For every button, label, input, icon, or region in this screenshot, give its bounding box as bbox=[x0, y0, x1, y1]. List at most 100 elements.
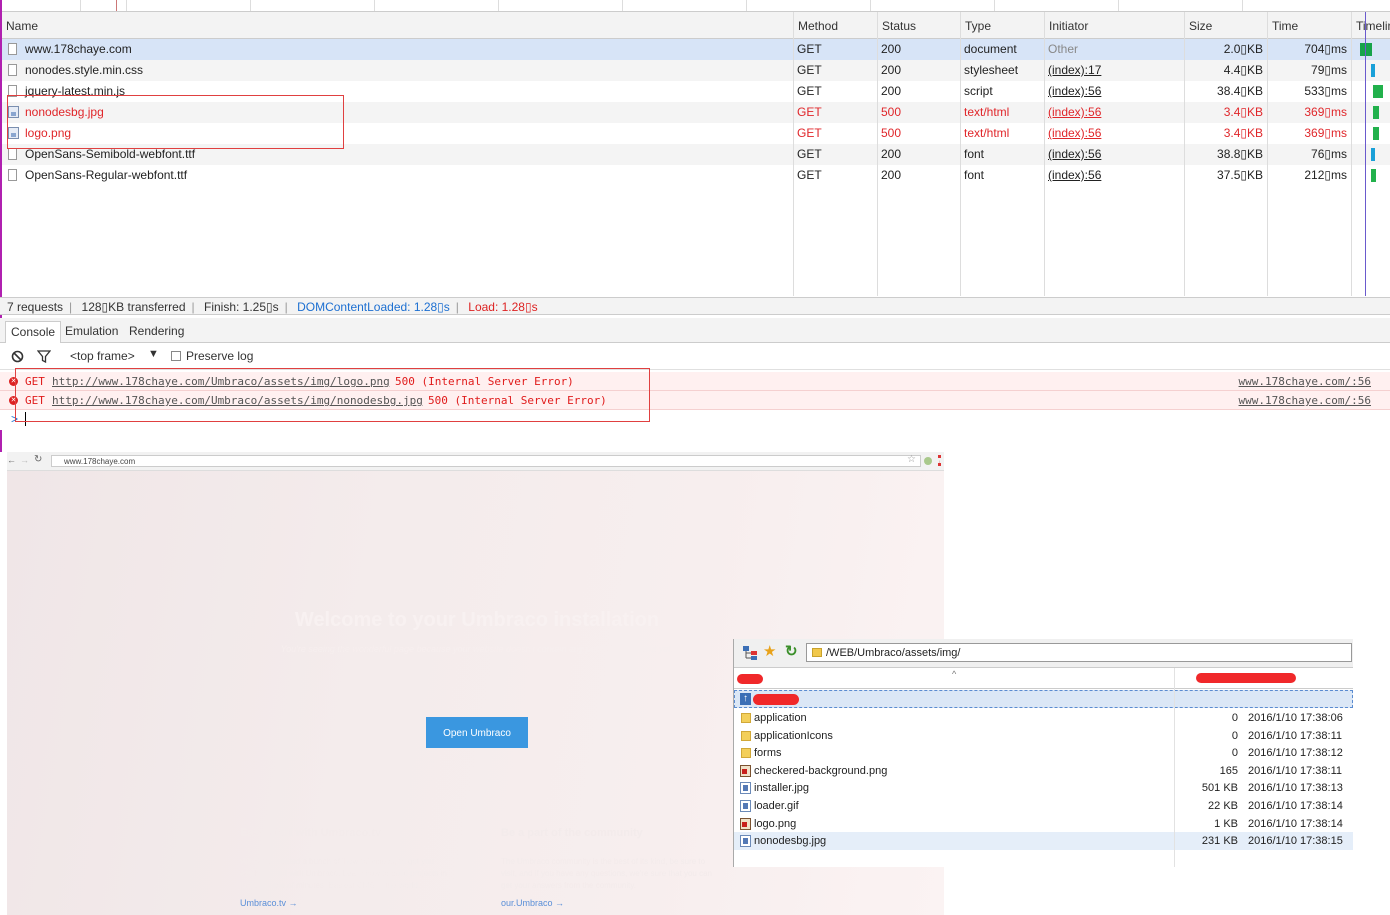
request-name: nonodes.style.min.css bbox=[25, 63, 144, 77]
folder-icon bbox=[812, 648, 822, 657]
msg-source-link[interactable]: www.178chaye.com/:56 bbox=[1239, 391, 1371, 410]
refresh-icon[interactable]: ↻ bbox=[785, 642, 798, 660]
request-method: GET bbox=[797, 84, 822, 98]
file-name: logo.png bbox=[754, 817, 797, 830]
preserve-log-checkbox[interactable] bbox=[171, 351, 181, 361]
network-request-row[interactable]: nonodes.style.min.css GET 200 stylesheet (in… bbox=[2, 60, 1390, 81]
initiator-link[interactable]: (index):56 bbox=[1048, 84, 1101, 98]
reload-icon[interactable]: ↻ bbox=[34, 454, 42, 465]
forward-icon[interactable]: → bbox=[20, 455, 29, 465]
ftp-path-field[interactable]: /WEB/Umbraco/assets/img/ bbox=[806, 643, 1352, 662]
network-request-row[interactable]: OpenSans-Regular-webfont.ttf GET 200 font (i… bbox=[2, 165, 1390, 186]
request-size: 3.4▯KB bbox=[1223, 126, 1263, 140]
chevron-down-icon[interactable]: ▼ bbox=[148, 348, 159, 360]
request-name: OpenSans-Regular-webfont.ttf bbox=[25, 168, 188, 182]
request-time: 79▯ms bbox=[1311, 63, 1347, 77]
column-timeline[interactable]: Timeline bbox=[1351, 12, 1390, 38]
request-initiator[interactable]: (index):56 bbox=[1044, 144, 1184, 165]
ftp-file-row[interactable]: checkered-background.png 165 2016/1/10 17:… bbox=[734, 762, 1353, 780]
column-type[interactable]: Type bbox=[960, 12, 1044, 38]
file-date: 2016/1/10 17:38:14 bbox=[1248, 800, 1343, 812]
column-method[interactable]: Method bbox=[793, 12, 877, 38]
initiator-link[interactable]: (index):56 bbox=[1048, 105, 1101, 119]
column-size[interactable]: Size bbox=[1184, 12, 1267, 38]
ftp-toolbar: ★ ↻ /WEB/Umbraco/assets/img/ bbox=[734, 639, 1353, 668]
tree-view-icon[interactable] bbox=[742, 645, 758, 661]
request-name: www.178chaye.com bbox=[25, 42, 132, 56]
dom-content-loaded: DOMContentLoaded: 1.28▯s bbox=[297, 300, 450, 314]
request-initiator[interactable]: (index):56 bbox=[1044, 123, 1184, 144]
sort-up-icon[interactable]: ^ bbox=[952, 669, 956, 679]
request-type: text/html bbox=[964, 126, 1010, 140]
column-initiator[interactable]: Initiator bbox=[1044, 12, 1184, 38]
initiator-link[interactable]: (index):56 bbox=[1048, 126, 1101, 140]
extension-icon[interactable] bbox=[924, 457, 932, 465]
image-file-icon bbox=[740, 800, 751, 812]
ftp-file-row[interactable]: nonodesbg.jpg 231 KB 2016/1/10 17:38:15 bbox=[734, 832, 1353, 851]
redaction-scribble bbox=[1196, 673, 1296, 683]
our-umbraco-link[interactable]: our.Umbraco → bbox=[501, 898, 564, 908]
overview-strip[interactable] bbox=[0, 0, 1390, 12]
msg-source-link[interactable]: www.178chaye.com/:56 bbox=[1239, 372, 1371, 391]
star-icon[interactable]: ☆ bbox=[907, 454, 916, 465]
initiator-link[interactable]: (index):17 bbox=[1048, 63, 1101, 77]
file-name: checkered-background.png bbox=[754, 764, 888, 777]
request-time: 704▯ms bbox=[1304, 42, 1347, 56]
file-name: installer.jpg bbox=[754, 782, 810, 795]
filter-icon[interactable] bbox=[37, 350, 51, 363]
menu-icon[interactable] bbox=[938, 455, 944, 466]
file-size: 0 bbox=[1231, 747, 1238, 760]
file-name: nonodesbg.jpg bbox=[754, 835, 827, 848]
request-type: stylesheet bbox=[964, 63, 1019, 77]
col2-heading: Be a part of the community bbox=[501, 827, 643, 839]
request-method: GET bbox=[797, 105, 822, 119]
ftp-path-text: /WEB/Umbraco/assets/img/ bbox=[826, 647, 961, 659]
ftp-file-row[interactable]: installer.jpg 501 KB 2016/1/10 17:38:13 bbox=[734, 779, 1353, 797]
file-date: 2016/1/10 17:38:13 bbox=[1248, 782, 1343, 795]
col1-text: We have created a bunch of 'how-to' vide… bbox=[240, 857, 447, 890]
open-umbraco-button[interactable]: Open Umbraco bbox=[426, 717, 528, 748]
document-file-icon bbox=[8, 43, 17, 55]
ftp-parent-dir-row[interactable]: ↑ bbox=[734, 690, 1353, 708]
file-date: 2016/1/10 17:38:14 bbox=[1248, 817, 1343, 830]
request-type: font bbox=[964, 168, 985, 182]
initiator-link[interactable]: (index):56 bbox=[1048, 147, 1101, 161]
request-status: 200 bbox=[881, 168, 902, 182]
column-status[interactable]: Status bbox=[877, 12, 960, 38]
clear-console-icon[interactable] bbox=[11, 350, 24, 363]
request-initiator[interactable]: (index):56 bbox=[1044, 102, 1184, 123]
initiator-link[interactable]: (index):56 bbox=[1048, 168, 1101, 182]
ftp-file-row[interactable]: forms 0 2016/1/10 17:38:12 bbox=[734, 744, 1353, 762]
column-time[interactable]: Time bbox=[1267, 12, 1351, 38]
ftp-file-row[interactable]: application 0 2016/1/10 17:38:06 bbox=[734, 709, 1353, 727]
umbraco-tv-link[interactable]: Umbraco.tv → bbox=[240, 898, 298, 908]
request-size: 38.8▯KB bbox=[1217, 147, 1263, 161]
favorites-star-icon[interactable]: ★ bbox=[763, 642, 776, 660]
tab-emulation[interactable]: Emulation bbox=[60, 321, 123, 342]
network-rows: www.178chaye.com GET 200 document Other 2.0▯K… bbox=[2, 39, 1390, 296]
parent-folder-icon: ↑ bbox=[740, 693, 751, 705]
file-size: 1 KB bbox=[1214, 817, 1238, 830]
request-initiator: Other bbox=[1044, 39, 1184, 60]
back-icon[interactable]: ← bbox=[7, 455, 16, 465]
network-request-row[interactable]: www.178chaye.com GET 200 document Other 2.0▯K… bbox=[2, 39, 1390, 60]
column-name[interactable]: Name bbox=[2, 12, 793, 38]
redaction-scribble bbox=[753, 694, 799, 705]
tab-console[interactable]: Console bbox=[5, 321, 62, 343]
request-status: 200 bbox=[881, 42, 902, 56]
ftp-file-row[interactable]: logo.png 1 KB 2016/1/10 17:38:14 bbox=[734, 815, 1353, 833]
request-initiator[interactable]: (index):17 bbox=[1044, 60, 1184, 81]
png-file-icon bbox=[740, 817, 751, 830]
file-size: 501 KB bbox=[1201, 782, 1238, 795]
tab-rendering[interactable]: Rendering bbox=[124, 321, 189, 342]
request-initiator[interactable]: (index):56 bbox=[1044, 81, 1184, 102]
file-size: 22 KB bbox=[1208, 800, 1238, 812]
frame-select[interactable]: <top frame> bbox=[70, 349, 135, 363]
ftp-column-header: ^ bbox=[734, 668, 1353, 689]
request-initiator[interactable]: (index):56 bbox=[1044, 165, 1184, 186]
ftp-file-row[interactable]: applicationIcons 0 2016/1/10 17:38:11 bbox=[734, 727, 1353, 745]
address-bar[interactable]: www.178chaye.com bbox=[51, 455, 921, 467]
ftp-file-row[interactable]: loader.gif 22 KB 2016/1/10 17:38:14 bbox=[734, 797, 1353, 815]
request-type: document bbox=[964, 42, 1017, 56]
document-file-icon bbox=[8, 169, 17, 181]
